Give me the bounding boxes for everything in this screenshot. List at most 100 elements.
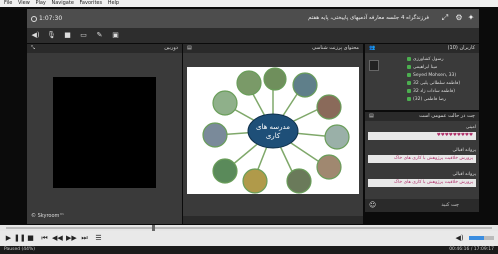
chat-panel: ▤ چت در حالت عمومی است امینی ♥♥♥♥♥♥♥♥♥ پ… — [365, 112, 479, 212]
photo-circle — [316, 154, 342, 180]
menu-view[interactable]: View — [18, 0, 30, 6]
user-webcam-thumb — [369, 60, 379, 71]
menu-play[interactable]: Play — [35, 0, 45, 6]
user-item[interactable]: رسول کشاورزی — [407, 56, 477, 63]
stop-icon[interactable]: ■ — [26, 234, 35, 243]
presence-icon — [407, 56, 411, 61]
settings-icon[interactable]: ⚙ — [455, 14, 463, 22]
chat-sender: پروانه اقبالی — [452, 172, 476, 177]
presence-icon — [407, 96, 411, 101]
chat-header: ▤ چت در حالت عمومی است — [365, 112, 479, 121]
presence-icon — [407, 88, 411, 93]
presentation-title: محتوای پرزنت شناسی — [312, 45, 359, 51]
users-title: کاربران (10) — [447, 45, 475, 51]
menu-navigate[interactable]: Navigate — [51, 0, 73, 6]
seek-track[interactable] — [6, 227, 492, 229]
photo-circle — [286, 168, 312, 194]
menu-favorites[interactable]: Favorites — [80, 0, 103, 6]
presentation-slide: مدرسه های کاری — [187, 67, 359, 194]
photo-circle — [236, 70, 262, 96]
timer-value: 1:07:30 — [39, 15, 63, 22]
chat-icon: ▤ — [369, 113, 374, 119]
chat-sender: پروانه اقبالی — [452, 148, 476, 153]
user-name: رسول کشاورزی — [413, 57, 444, 62]
meeting-title: فرزندگراه 4 جلسه معارفه آدمیهای پاییختی،… — [308, 15, 429, 21]
video-panel: ⤡ دوربین © Skyroom™ — [27, 44, 182, 224]
player-time: 00:46:16 / 17:09:17 — [449, 247, 494, 252]
rewind-icon[interactable]: ◀◀ — [52, 234, 63, 243]
menu-help[interactable]: Help — [108, 0, 119, 6]
user-name: فاطمه سلطانی پلیی 32) — [413, 81, 461, 86]
emoji-icon[interactable]: ☺ — [369, 201, 376, 209]
fullscreen-icon[interactable]: ⤢ — [441, 14, 449, 22]
screen-icon[interactable]: ▭ — [79, 31, 88, 40]
mic-icon[interactable]: 🎙 — [47, 31, 56, 40]
speaker-icon[interactable]: ◀) — [31, 31, 40, 40]
expand-icon[interactable]: ⤡ — [31, 44, 35, 53]
chat-input-bar: ☺ چت کنید — [365, 199, 479, 212]
chat-title: چت در حالت عمومی است — [419, 113, 475, 119]
user-item[interactable]: مینا ابراهیمی — [407, 64, 477, 71]
play-icon[interactable]: ▶ — [4, 234, 13, 243]
user-item[interactable]: فاطمه سلطانی پلیی 32) — [407, 80, 477, 87]
photo-circle — [263, 67, 287, 91]
center-text-1: مدرسه های — [256, 123, 290, 131]
chat-text: ♥♥♥♥♥♥♥♥♥ — [368, 132, 476, 140]
users-icon: 👥 — [369, 45, 376, 51]
prev-icon[interactable]: ⏮ — [40, 234, 49, 243]
center-text-2: کاری — [266, 132, 281, 140]
camera-icon[interactable]: ■ — [63, 31, 72, 40]
chat-message: پروانه اقبالی پرورش خلاقیت پرژوهش با کار… — [368, 172, 476, 187]
slide-diagram: مدرسه های کاری — [202, 67, 350, 194]
video-screen — [53, 77, 156, 188]
user-name: فاطمه سادات زاد 32) — [413, 89, 455, 94]
playlist-icon[interactable]: ☰ — [94, 234, 103, 243]
presence-icon — [407, 80, 411, 85]
panel-menu-icon[interactable]: ▤ — [187, 44, 192, 53]
chat-message: پروانه اقبالی پرورش خلاقیت پرژوهش با کار… — [368, 148, 476, 163]
board-icon[interactable]: ▣ — [111, 31, 120, 40]
user-item[interactable]: رضا فاطمی (32) — [407, 96, 477, 103]
video-panel-header: ⤡ دوربین — [27, 44, 182, 53]
session-timer: 1:07:30 — [31, 15, 62, 22]
video-panel-title: دوربین — [164, 45, 178, 51]
presence-icon — [407, 64, 411, 69]
photo-circle — [242, 168, 268, 194]
user-name: Seyed Mohsen, 33) — [413, 73, 457, 78]
meeting-topbar: 1:07:30 فرزندگراه 4 جلسه معارفه آدمیهای … — [27, 9, 479, 28]
presentation-panel: ▤ محتوای پرزنت شناسی مدرسه های کاری — [183, 44, 363, 216]
photo-circle — [324, 124, 350, 150]
forward-icon[interactable]: ▶▶ — [66, 234, 77, 243]
user-item[interactable]: Seyed Mohsen, 33) — [407, 72, 477, 79]
pause-icon[interactable]: ❚❚ — [14, 234, 26, 243]
photo-circle — [202, 122, 228, 148]
chat-text: پرورش خلاقیت پرژوهش با کاری های خاک — [368, 179, 476, 187]
photo-circle — [316, 94, 342, 120]
presentation-header: ▤ محتوای پرزنت شناسی — [183, 44, 363, 53]
skyroom-logo: © Skyroom™ — [31, 213, 65, 219]
player-statusbar: Paused (44%) 00:46:16 / 17:09:17 — [0, 246, 498, 254]
clock-icon — [31, 15, 37, 22]
presentation-footer — [183, 216, 363, 224]
chat-text: پرورش خلاقیت پرژوهش با کاری های خاک — [368, 155, 476, 163]
logo-icon: ✦ — [467, 13, 475, 22]
volume-icon[interactable]: ◀) — [455, 234, 464, 243]
player-menubar: File View Play Navigate Favorites Help — [0, 0, 498, 7]
user-item[interactable]: فاطمه سادات زاد 32) — [407, 88, 477, 95]
center-ellipse — [247, 113, 299, 149]
user-name: رضا فاطمی (32) — [413, 97, 446, 102]
next-icon[interactable]: ⏭ — [80, 234, 89, 243]
chat-message: امینی ♥♥♥♥♥♥♥♥♥ — [368, 125, 476, 140]
volume-slider[interactable] — [469, 236, 494, 240]
photo-circle — [292, 72, 318, 98]
chat-input-placeholder[interactable]: چت کنید — [441, 202, 459, 208]
presence-icon — [407, 72, 411, 77]
photo-circle — [212, 158, 238, 184]
player-status: Paused (44%) — [4, 247, 36, 252]
users-header: 👥 کاربران (10) — [365, 44, 479, 53]
photo-circle — [212, 90, 238, 116]
chat-sender: امینی — [465, 125, 476, 130]
meeting-toolbar: ◀) 🎙 ■ ▭ ✎ ▣ — [27, 28, 479, 43]
menu-file[interactable]: File — [4, 0, 12, 6]
pen-icon[interactable]: ✎ — [95, 31, 104, 40]
